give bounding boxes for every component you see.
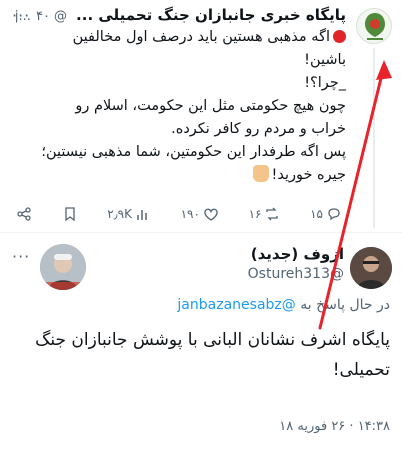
media-thumbnail[interactable] bbox=[40, 244, 86, 290]
text-line: اگه مذهبی هستین باید درصف اول مخالفین bbox=[14, 26, 346, 49]
emblem-logo-icon bbox=[365, 13, 385, 40]
raised-hand-emoji-icon bbox=[252, 165, 269, 182]
main-tweet-text: پایگاه اشرف نشانان البانی با پوشش جانباز… bbox=[14, 325, 390, 385]
main-avatar[interactable] bbox=[350, 247, 392, 289]
text-line: تحمیلی! bbox=[332, 360, 390, 380]
red-circle-emoji-icon bbox=[333, 30, 346, 43]
original-action-bar: ۲٫۹K ۱۹۰ ۱۶ ۱۵ bbox=[16, 204, 342, 224]
text-line: چون هیچ حکومتی مثل این حکومت، اسلام رو bbox=[75, 98, 346, 114]
more-options-icon[interactable]: ··· bbox=[12, 247, 30, 266]
main-display-name[interactable]: ازوف (جدید) bbox=[248, 245, 344, 263]
text-line: خراب و مردم رو کافر نکرده. bbox=[171, 121, 346, 137]
replying-to-label: در حال پاسخ به bbox=[300, 297, 390, 313]
views-button[interactable]: ۲٫۹K bbox=[107, 206, 151, 222]
main-tweet[interactable]: ازوف (جدید) @Ostureh313 ··· در حال پاسخ … bbox=[0, 233, 402, 450]
original-avatar[interactable] bbox=[356, 8, 392, 44]
person-avatar-icon bbox=[350, 247, 392, 289]
retweet-button[interactable]: ۱۶ bbox=[249, 206, 281, 222]
original-tweet-text: اگه مذهبی هستین باید درصف اول مخالفین با… bbox=[14, 26, 346, 187]
heart-icon bbox=[204, 208, 218, 221]
original-tweet[interactable]: پایگاه خبری جانبازان جنگ تحمیلی ... @j..… bbox=[0, 0, 402, 232]
retweet-icon bbox=[266, 207, 279, 221]
retweet-count: ۱۶ bbox=[248, 207, 262, 221]
replying-to: در حال پاسخ به @janbazanesabz bbox=[177, 297, 390, 313]
portrait-thumbnail-icon bbox=[40, 244, 86, 290]
main-tweet-header: ازوف (جدید) @Ostureh313 bbox=[248, 245, 344, 282]
like-count: ۱۹۰ bbox=[180, 207, 200, 221]
original-display-name[interactable]: پایگاه خبری جانبازان جنگ تحمیلی ... bbox=[76, 6, 346, 24]
reply-icon bbox=[328, 208, 340, 221]
tweet-timestamp[interactable]: ۱۴:۳۸ · ۲۶ فوریه ۱۸ bbox=[279, 419, 390, 434]
share-icon bbox=[17, 207, 31, 221]
main-handle[interactable]: @Ostureh313 bbox=[248, 266, 344, 282]
views-icon bbox=[137, 210, 147, 220]
text-line: پس اگه طرفدار این حکومتین، شما مذهبی نیس… bbox=[41, 144, 346, 160]
reply-count: ۱۵ bbox=[310, 207, 323, 221]
text-line: باشین! bbox=[304, 52, 346, 68]
reply-mention-link[interactable]: @janbazanesabz bbox=[177, 297, 295, 313]
text-line: پایگاه اشرف نشانان البانی با پوشش جانباز… bbox=[35, 330, 390, 350]
reply-button[interactable]: ۱۵ bbox=[310, 206, 342, 222]
views-count: ۲٫۹K bbox=[107, 207, 132, 221]
thread-connector bbox=[373, 48, 375, 228]
like-button[interactable]: ۱۹۰ bbox=[181, 206, 219, 222]
bookmark-icon bbox=[64, 207, 75, 222]
text-line: _چرا؟! bbox=[304, 75, 346, 91]
more-options-icon[interactable]: ··· bbox=[12, 6, 30, 25]
text-line: جیره خورید! bbox=[14, 164, 346, 187]
bookmark-button[interactable] bbox=[62, 206, 78, 222]
share-button[interactable] bbox=[16, 206, 32, 222]
